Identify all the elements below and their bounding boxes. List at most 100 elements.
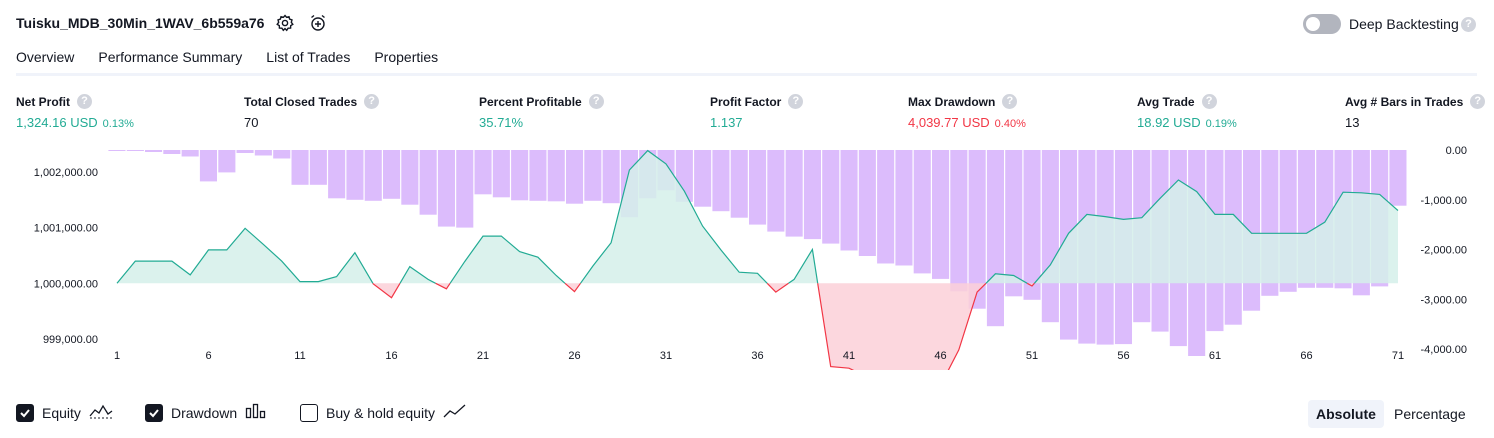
- metric-label: Profit Factor: [710, 94, 782, 109]
- equity-line-icon: [89, 403, 113, 422]
- metric-max-drawdown: Max Drawdown? 4,039.77 USD 0.40%: [908, 94, 1026, 130]
- drawdown-bar: [273, 150, 291, 159]
- drawdown-bar: [218, 150, 236, 173]
- drawdown-bar: [803, 150, 821, 240]
- legend-buy-hold[interactable]: Buy & hold equity: [300, 403, 467, 422]
- help-icon[interactable]: ?: [1461, 17, 1476, 32]
- info-icon[interactable]: ?: [1201, 94, 1217, 109]
- drawdown-bar: [584, 150, 602, 201]
- drawdown-bar: [163, 150, 181, 154]
- metric-value: 4,039.77 USD: [908, 115, 990, 130]
- drawdown-bar: [108, 150, 126, 151]
- buy-hold-line-icon: [443, 403, 467, 422]
- metric-percent: 0.40%: [994, 118, 1026, 130]
- buy-hold-checkbox[interactable]: [300, 403, 318, 422]
- x-axis-tick: 26: [568, 350, 580, 362]
- info-icon[interactable]: ?: [364, 94, 380, 109]
- drawdown-bar: [364, 150, 382, 201]
- x-axis-tick: 36: [751, 350, 763, 362]
- x-axis-tick: 16: [385, 350, 397, 362]
- drawdown-bar: [474, 150, 492, 195]
- tab-properties[interactable]: Properties: [374, 49, 438, 75]
- percentage-button[interactable]: Percentage: [1386, 400, 1474, 428]
- right-axis-tick: -2,000.00: [1421, 245, 1467, 257]
- right-axis-tick: -1,000.00: [1421, 195, 1467, 207]
- equity-drawdown-chart[interactable]: 1,002,000.00 1,001,000.00 1,000,000.00 999,…: [0, 140, 1494, 370]
- metric-label: Net Profit: [16, 94, 70, 109]
- drawdown-bar: [309, 150, 327, 185]
- metric-avg-trade: Avg Trade? 18.92 USD 0.19%: [1137, 94, 1237, 130]
- info-icon[interactable]: ?: [588, 94, 604, 109]
- info-icon[interactable]: ?: [1002, 94, 1018, 109]
- drawdown-bar: [1389, 150, 1407, 206]
- drawdown-bar: [126, 150, 144, 151]
- drawdown-bar: [236, 150, 254, 153]
- drawdown-bar: [895, 150, 913, 266]
- alarm-plus-icon[interactable]: [308, 13, 328, 33]
- equity-checkbox[interactable]: [16, 403, 34, 422]
- right-axis-tick: -4,000.00: [1421, 344, 1467, 356]
- metric-percent-profitable: Percent Profitable? 35.71%: [479, 94, 604, 130]
- drawdown-bar: [547, 150, 565, 202]
- metric-value: 70: [244, 115, 259, 130]
- tab-overview[interactable]: Overview: [16, 49, 75, 76]
- metric-value: 1,324.16 USD: [16, 115, 98, 130]
- toggle-knob: [1306, 17, 1320, 31]
- drawdown-checkbox[interactable]: [145, 403, 163, 422]
- absolute-button[interactable]: Absolute: [1308, 400, 1384, 428]
- tab-bar: Overview Performance Summary List of Tra…: [16, 49, 462, 76]
- deep-backtesting-label: Deep Backtesting: [1349, 16, 1459, 32]
- drawdown-bar: [383, 150, 401, 199]
- metric-total-closed-trades: Total Closed Trades? 70: [244, 94, 380, 130]
- tab-list-of-trades[interactable]: List of Trades: [266, 49, 350, 75]
- metric-label: Percent Profitable: [479, 94, 582, 109]
- drawdown-bar: [437, 150, 455, 227]
- info-icon[interactable]: ?: [77, 94, 92, 109]
- drawdown-bar: [986, 150, 1004, 327]
- tab-performance-summary[interactable]: Performance Summary: [98, 49, 242, 75]
- legend-label: Buy & hold equity: [326, 404, 435, 421]
- equity-area-up: [117, 228, 373, 284]
- drawdown-bar: [199, 150, 217, 182]
- x-axis-tick: 21: [477, 350, 489, 362]
- drawdown-bar: [346, 150, 364, 200]
- metric-label: Avg # Bars in Trades: [1345, 94, 1464, 109]
- x-axis-tick: 46: [934, 350, 946, 362]
- x-axis-tick: 41: [843, 350, 855, 362]
- metric-avg-bars-in-trades: Avg # Bars in Trades? 13: [1345, 94, 1486, 130]
- gear-icon[interactable]: [275, 13, 295, 33]
- metric-value: 18.92 USD: [1137, 115, 1201, 130]
- x-axis-tick: 51: [1026, 350, 1038, 362]
- right-axis-tick: 0.00: [1446, 145, 1467, 157]
- x-axis-tick: 31: [660, 350, 672, 362]
- metric-percent: 0.13%: [102, 118, 134, 130]
- x-axis-tick: 66: [1300, 350, 1312, 362]
- info-icon[interactable]: ?: [788, 94, 804, 109]
- metric-profit-factor: Profit Factor? 1.137: [710, 94, 804, 130]
- drawdown-bar: [291, 150, 309, 185]
- drawdown-bar: [767, 150, 785, 232]
- info-icon[interactable]: ?: [1470, 94, 1486, 109]
- x-axis-tick: 56: [1117, 350, 1129, 362]
- drawdown-bar: [419, 150, 437, 215]
- metric-value: 1.137: [710, 115, 743, 130]
- metric-label: Avg Trade: [1137, 94, 1195, 109]
- legend-equity[interactable]: Equity: [16, 403, 113, 422]
- deep-backtesting-toggle[interactable]: [1303, 14, 1341, 34]
- drawdown-bar: [858, 150, 876, 256]
- drawdown-bar: [529, 150, 547, 201]
- drawdown-bar: [1041, 150, 1059, 323]
- drawdown-bar: [328, 150, 346, 199]
- drawdown-bar: [254, 150, 272, 156]
- drawdown-bar: [712, 150, 730, 212]
- legend-label: Equity: [42, 404, 81, 421]
- left-axis-tick: 1,000,000.00: [34, 278, 98, 290]
- drawdown-bar: [730, 150, 748, 218]
- drawdown-bar: [401, 150, 419, 205]
- legend-drawdown[interactable]: Drawdown: [145, 403, 267, 422]
- drawdown-bar: [566, 150, 584, 204]
- drawdown-bar: [1023, 150, 1041, 300]
- drawdown-bars-icon: [245, 403, 267, 422]
- drawdown-bar: [950, 150, 968, 292]
- x-axis-tick: 61: [1209, 350, 1221, 362]
